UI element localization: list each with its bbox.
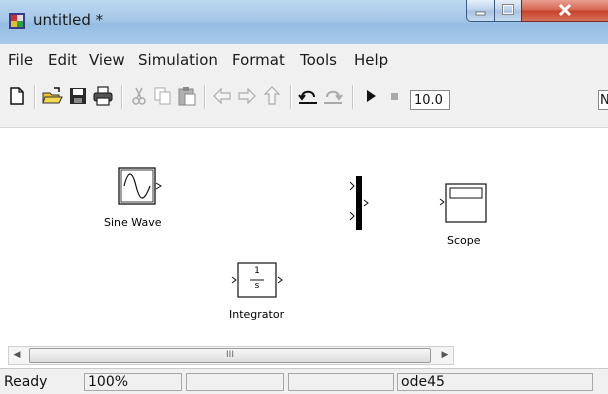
paste-clipboard-icon bbox=[178, 87, 196, 106]
close-icon bbox=[558, 3, 572, 17]
open-folder-icon bbox=[42, 87, 63, 104]
maximize-icon bbox=[502, 4, 514, 15]
integrator-label: Integrator bbox=[229, 308, 285, 321]
stop-simulation-button[interactable] bbox=[384, 85, 406, 107]
status-empty-1 bbox=[186, 373, 284, 391]
status-empty-2 bbox=[288, 373, 394, 391]
redo-button[interactable] bbox=[322, 85, 344, 107]
scope-icon bbox=[439, 183, 487, 223]
menu-help[interactable]: Help bbox=[354, 51, 388, 69]
menu-view[interactable]: View bbox=[89, 51, 125, 69]
cut-button[interactable] bbox=[128, 85, 150, 107]
undo-icon bbox=[298, 90, 317, 104]
play-icon bbox=[367, 90, 376, 102]
minimize-icon bbox=[475, 11, 486, 16]
menu-file[interactable]: File bbox=[8, 51, 33, 69]
sine-wave-icon bbox=[118, 167, 162, 205]
menu-simulation[interactable]: Simulation bbox=[138, 51, 218, 69]
sine-wave-block[interactable] bbox=[118, 166, 168, 208]
save-disk-icon bbox=[70, 88, 86, 104]
arrow-up-icon bbox=[263, 86, 281, 105]
undo-button[interactable] bbox=[297, 85, 319, 107]
start-simulation-button[interactable] bbox=[360, 85, 382, 107]
sine-wave-label: Sine Wave bbox=[104, 216, 162, 229]
integrator-numerator: 1 bbox=[254, 266, 260, 276]
forward-button[interactable] bbox=[236, 85, 258, 107]
print-button[interactable] bbox=[92, 85, 114, 107]
new-model-button[interactable] bbox=[6, 85, 28, 107]
redo-icon bbox=[324, 90, 343, 104]
status-zoom: 100% bbox=[84, 373, 182, 391]
paste-button[interactable] bbox=[176, 85, 198, 107]
copy-icon bbox=[154, 87, 171, 105]
scroll-thumb[interactable]: III bbox=[29, 348, 431, 363]
simulink-app-icon bbox=[9, 13, 25, 29]
toolbar bbox=[0, 71, 608, 128]
integrator-denominator: s bbox=[254, 281, 260, 291]
scissors-icon bbox=[132, 87, 146, 105]
menu-format[interactable]: Format bbox=[232, 51, 285, 69]
horizontal-scrollbar[interactable]: ◀ III ▶ bbox=[8, 346, 454, 365]
save-button[interactable] bbox=[67, 85, 89, 107]
status-state: Ready bbox=[4, 374, 48, 390]
up-button[interactable] bbox=[261, 85, 283, 107]
back-button[interactable] bbox=[211, 85, 233, 107]
arrow-left-icon bbox=[213, 87, 231, 105]
arrow-right-icon bbox=[238, 87, 256, 105]
scope-label: Scope bbox=[447, 234, 481, 247]
status-bar: Ready 100% ode45 bbox=[0, 368, 608, 394]
stop-time-input[interactable]: 10.0 bbox=[410, 90, 450, 110]
scroll-grip: III bbox=[226, 350, 234, 360]
simulation-mode-select[interactable]: N bbox=[598, 90, 608, 110]
title-bar[interactable]: untitled * bbox=[0, 0, 608, 44]
model-canvas[interactable]: Sine Wave Scope 1 s Integrator bbox=[0, 128, 608, 348]
close-button[interactable] bbox=[521, 0, 608, 22]
open-button[interactable] bbox=[41, 85, 63, 107]
menu-edit[interactable]: Edit bbox=[48, 51, 77, 69]
maximize-button[interactable] bbox=[494, 0, 522, 22]
new-file-icon bbox=[10, 87, 24, 105]
scope-block[interactable] bbox=[438, 182, 498, 226]
mux-icon bbox=[349, 176, 369, 230]
menu-tools[interactable]: Tools bbox=[300, 51, 337, 69]
status-solver: ode45 bbox=[397, 373, 593, 391]
menu-bar: File Edit View Simulation Format Tools H… bbox=[0, 44, 608, 71]
stop-icon bbox=[391, 93, 398, 100]
integrator-block[interactable]: 1 s bbox=[230, 260, 290, 300]
scroll-left-arrow-icon[interactable]: ◀ bbox=[9, 347, 25, 364]
copy-button[interactable] bbox=[152, 85, 174, 107]
mux-block[interactable] bbox=[346, 174, 376, 234]
printer-icon bbox=[93, 86, 113, 106]
scroll-right-arrow-icon[interactable]: ▶ bbox=[437, 347, 453, 364]
window-title: untitled * bbox=[33, 11, 104, 29]
minimize-button[interactable] bbox=[466, 0, 495, 22]
